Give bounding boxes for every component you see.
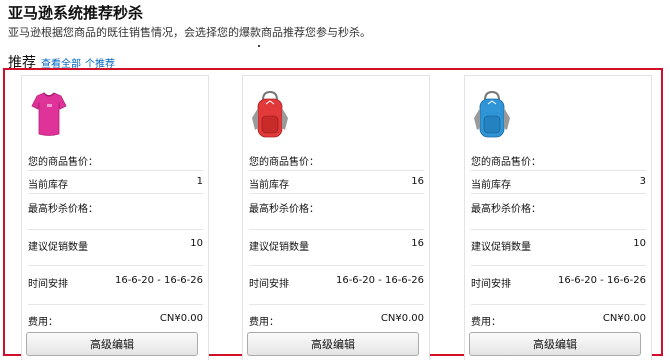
max-price-label: 最高秒杀价格： (249, 204, 319, 215)
blue-backpack-image (474, 90, 510, 138)
price-row: 您的商品售价： (249, 153, 424, 171)
divider (249, 229, 424, 230)
price-row: 您的商品售价： (28, 153, 203, 171)
price-row: 您的商品售价： (471, 153, 646, 171)
page-title: 亚马逊系统推荐秒杀 (8, 4, 144, 22)
advanced-edit-button[interactable]: 高级编辑 (26, 332, 198, 356)
promo-qty-value: 10 (633, 238, 646, 249)
fee-row: 费用： CN¥0.00 (249, 313, 424, 331)
advanced-edit-button[interactable]: 高级编辑 (469, 332, 641, 356)
divider (28, 304, 203, 305)
divider (28, 193, 203, 194)
stock-row: 当前库存 3 (471, 176, 646, 194)
price-label: 您的商品售价： (249, 157, 319, 168)
stock-row: 当前库存 16 (249, 176, 424, 194)
stock-label: 当前库存 (249, 180, 289, 191)
recommendation-panel: 您的商品售价： 当前库存 1 最高秒杀价格： 建议促销数量 10 时间安排 16… (3, 68, 663, 360)
stock-value: 3 (639, 176, 646, 187)
promo-qty-value: 16 (411, 238, 424, 249)
stock-value: 16 (411, 176, 424, 187)
fee-value: CN¥0.00 (159, 313, 203, 324)
max-price-row: 最高秒杀价格： (28, 200, 203, 218)
divider (28, 229, 203, 230)
stray-dot (258, 45, 260, 47)
deal-card: 您的商品售价： 当前库存 16 最高秒杀价格： 建议促销数量 16 时间安排 1… (242, 75, 430, 360)
promo-qty-label: 建议促销数量 (249, 242, 309, 253)
divider (471, 170, 646, 171)
fee-row: 费用： CN¥0.00 (28, 313, 203, 331)
price-label: 您的商品售价： (28, 157, 98, 168)
divider (249, 265, 424, 266)
divider (471, 265, 646, 266)
schedule-row: 时间安排 16-6-20 - 16-6-26 (249, 275, 424, 293)
fee-label: 费用： (471, 317, 501, 328)
divider (249, 170, 424, 171)
fee-label: 费用： (249, 317, 279, 328)
fee-row: 费用： CN¥0.00 (471, 313, 646, 331)
divider (28, 170, 203, 171)
divider (471, 193, 646, 194)
fee-value: CN¥0.00 (380, 313, 424, 324)
max-price-row: 最高秒杀价格： (249, 200, 424, 218)
divider (471, 304, 646, 305)
schedule-row: 时间安排 16-6-20 - 16-6-26 (28, 275, 203, 293)
max-price-label: 最高秒杀价格： (28, 204, 98, 215)
deal-card: 您的商品售价： 当前库存 1 最高秒杀价格： 建议促销数量 10 时间安排 16… (21, 75, 209, 360)
schedule-value: 16-6-20 - 16-6-26 (557, 275, 646, 286)
red-backpack-image (252, 90, 288, 138)
fee-label: 费用： (28, 317, 58, 328)
divider (249, 193, 424, 194)
page-subtitle: 亚马逊根据您商品的既往销售情况，会选择您的爆款商品推荐您参与秒杀。 (8, 26, 371, 39)
stock-label: 当前库存 (28, 180, 68, 191)
promo-qty-row: 建议促销数量 16 (249, 238, 424, 256)
stock-row: 当前库存 1 (28, 176, 203, 194)
advanced-edit-button[interactable]: 高级编辑 (247, 332, 419, 356)
schedule-row: 时间安排 16-6-20 - 16-6-26 (471, 275, 646, 293)
promo-qty-row: 建议促销数量 10 (471, 238, 646, 256)
max-price-row: 最高秒杀价格： (471, 200, 646, 218)
fee-value: CN¥0.00 (602, 313, 646, 324)
schedule-value: 16-6-20 - 16-6-26 (114, 275, 203, 286)
schedule-label: 时间安排 (28, 279, 68, 290)
price-label: 您的商品售价： (471, 157, 541, 168)
deal-card: 您的商品售价： 当前库存 3 最高秒杀价格： 建议促销数量 10 时间安排 16… (464, 75, 652, 360)
promo-qty-row: 建议促销数量 10 (28, 238, 203, 256)
schedule-value: 16-6-20 - 16-6-26 (335, 275, 424, 286)
promo-qty-label: 建议促销数量 (28, 242, 88, 253)
promo-qty-value: 10 (190, 238, 203, 249)
schedule-label: 时间安排 (471, 279, 511, 290)
max-price-label: 最高秒杀价格： (471, 204, 541, 215)
pink-tshirt-image (31, 92, 67, 136)
promo-qty-label: 建议促销数量 (471, 242, 531, 253)
divider (249, 304, 424, 305)
stock-value: 1 (196, 176, 203, 187)
divider (471, 229, 646, 230)
divider (28, 265, 203, 266)
stock-label: 当前库存 (471, 180, 511, 191)
schedule-label: 时间安排 (249, 279, 289, 290)
